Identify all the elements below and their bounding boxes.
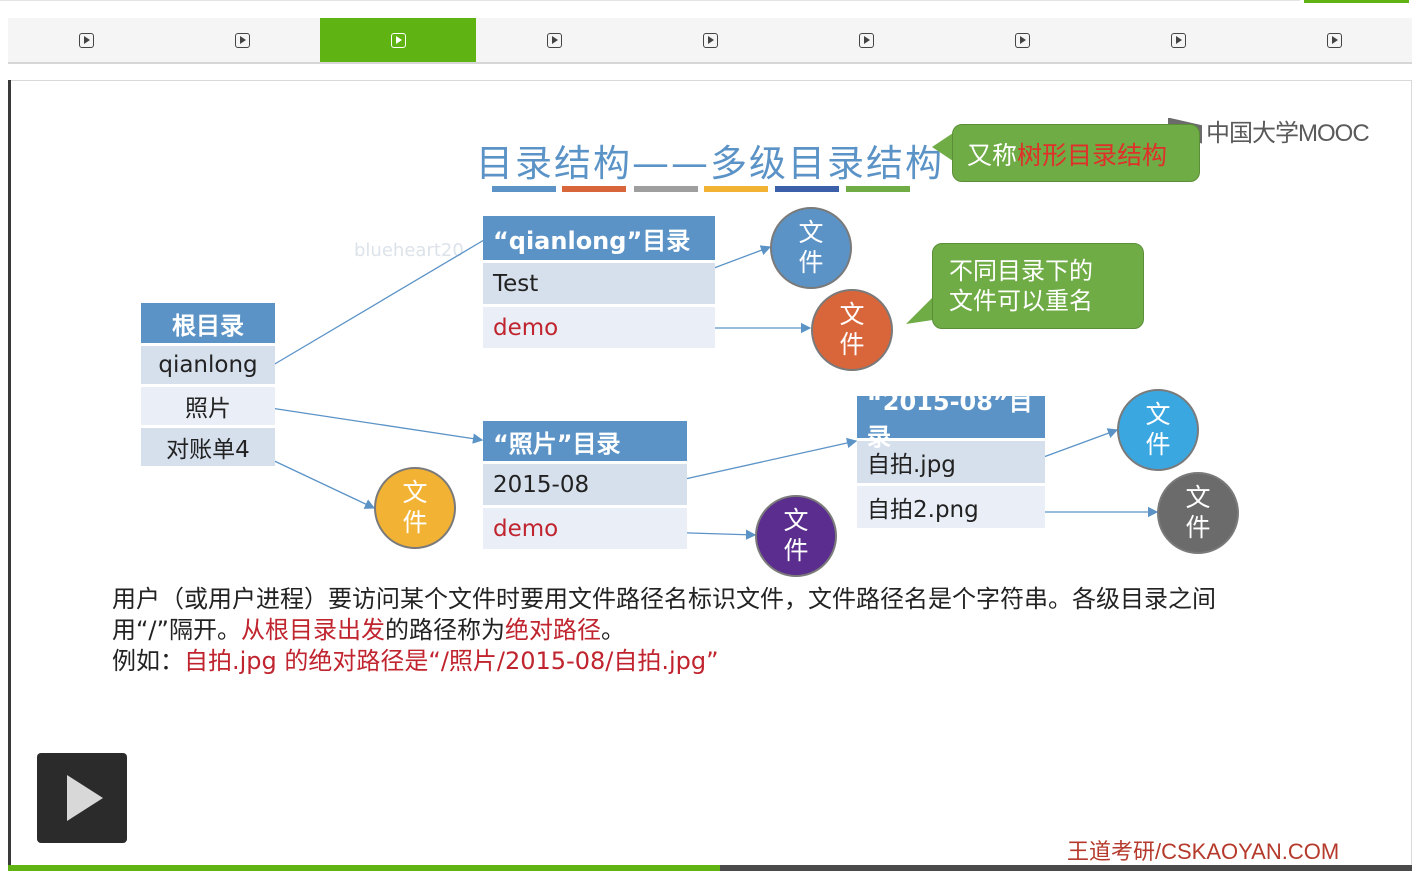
dir-2015-08-table: “2015-08”目录 自拍.jpg 自拍2.png (857, 388, 1045, 528)
para-line3-a: 例如： (112, 647, 184, 675)
callout-top-pointer (932, 133, 953, 161)
file-circle-blue: 文件 (770, 207, 852, 289)
file-label-2: 件 (1145, 430, 1171, 459)
para-line3-b: 自拍.jpg 的绝对路径是“/照片/2015-08/自拍.jpg” (184, 647, 719, 675)
progress-fill (8, 865, 720, 871)
play-icon (67, 775, 103, 821)
root-directory-table: 根目录 qianlong 照片 对账单4 (141, 303, 275, 466)
para-line2-b: 从根目录出发 (240, 616, 385, 644)
file-label-2: 件 (839, 330, 865, 359)
para-line-1: 用户（或用户进程）要访问某个文件时要用文件路径名标识文件，文件路径名是个字符串。… (112, 585, 1216, 613)
file-label-1: 文 (1185, 483, 1211, 512)
photo-directory-table: “照片”目录 2015-08 demo (483, 421, 687, 549)
file-circle-purple: 文件 (755, 495, 837, 577)
file-label-1: 文 (839, 300, 865, 329)
root-item-photo: 照片 (141, 387, 275, 425)
footer-brand: 王道考研/CSKAOYAN.COM (1067, 839, 1340, 864)
root-item-qianlong: qianlong (141, 346, 275, 384)
callout-tree-structure: 又称树形目录结构 (952, 124, 1200, 182)
para-line2-c: 的路径称为 (384, 616, 505, 644)
qianlong-directory-table: “qianlong”目录 Test demo (483, 216, 715, 348)
file-circle-cyan: 文件 (1117, 389, 1199, 471)
file-label-2: 件 (783, 536, 809, 565)
para-line-2: 用“/”隔开。从根目录出发的路径称为绝对路径。 (112, 615, 1342, 646)
file-label-1: 文 (1145, 400, 1171, 429)
photo-item-demo: demo (483, 508, 687, 549)
arrow-qianlong (267, 239, 485, 369)
qianlong-item-test: Test (483, 263, 715, 304)
file-label-1: 文 (783, 506, 809, 535)
callout-side-line2: 文件可以重名 (949, 287, 1093, 315)
play-button[interactable] (37, 753, 127, 843)
file-circle-yellow: 文件 (374, 467, 456, 549)
callout-same-name: 不同目录下的 文件可以重名 (932, 243, 1144, 329)
root-item-statement: 对账单4 (141, 428, 275, 466)
root-directory-header: 根目录 (141, 303, 275, 343)
file-label-2: 件 (402, 508, 428, 537)
para-line2-d: 绝对路径 (504, 616, 601, 644)
file-label-2: 件 (798, 248, 824, 277)
dir-2015-item-selfie-png: 自拍2.png (857, 486, 1045, 528)
callout-prefix: 又称 (967, 141, 1018, 170)
explanation-paragraph: 用户（或用户进程）要访问某个文件时要用文件路径名标识文件，文件路径名是个字符串。… (112, 584, 1342, 677)
qianlong-item-demo: demo (483, 307, 715, 348)
callout-side-line1: 不同目录下的 (949, 257, 1093, 285)
qianlong-directory-header: “qianlong”目录 (483, 216, 715, 260)
para-line2-e: 。 (600, 616, 625, 644)
arrow-2015 (657, 437, 858, 486)
para-line-3: 例如：自拍.jpg 的绝对路径是“/照片/2015-08/自拍.jpg” (112, 646, 1342, 677)
file-label-1: 文 (798, 218, 824, 247)
dir-2015-08-header: “2015-08”目录 (857, 388, 1045, 451)
file-label-2: 件 (1185, 513, 1211, 542)
arrow-photo (263, 406, 484, 444)
file-label-1: 文 (402, 478, 428, 507)
photo-directory-header: “照片”目录 (483, 421, 687, 461)
callout-highlight: 树形目录结构 (1017, 141, 1168, 170)
arrow-statement (267, 457, 376, 509)
file-circle-gray: 文件 (1157, 472, 1239, 554)
para-line2-a: 用“/”隔开。 (112, 616, 241, 644)
file-circle-orange: 文件 (811, 289, 893, 371)
photo-item-2015: 2015-08 (483, 464, 687, 505)
